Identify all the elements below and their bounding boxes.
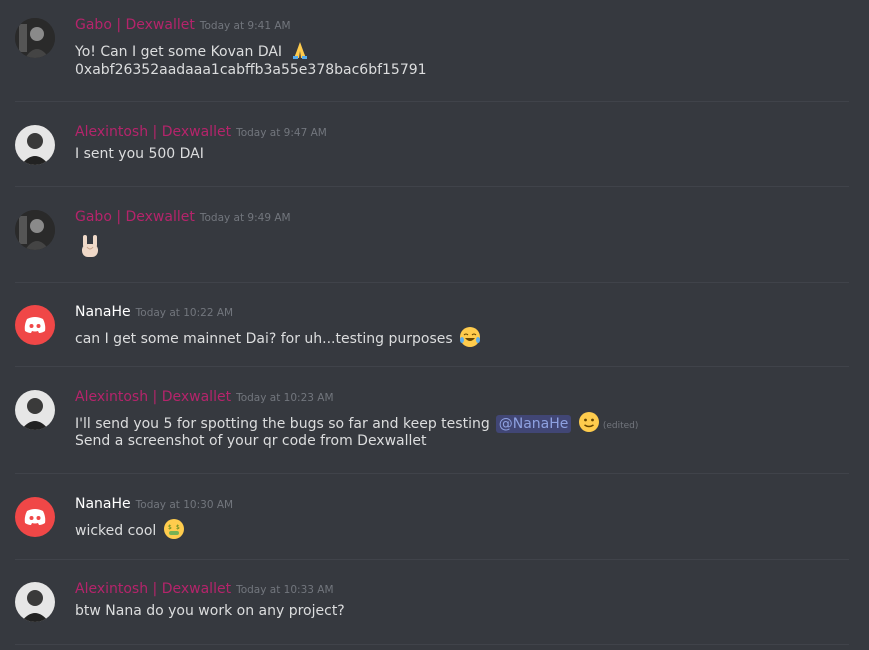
discord-avatar[interactable] [15,497,55,537]
message-text: I sent you 500 DAI [75,146,204,162]
message-text: 0xabf26352aadaaa1cabffb3a55e378bac6bf157… [75,62,427,78]
timestamp: Today at 10:23 AM [236,392,334,404]
tears-of-joy-emoji [460,327,481,347]
author-name[interactable]: Gabo | Dexwallet [75,209,195,225]
discord-logo-icon [24,317,46,333]
message-text: can I get some mainnet Dai? for uh...tes… [75,326,481,348]
slightly-smiling-emoji [578,412,599,432]
timestamp: Today at 9:49 AM [199,212,291,224]
message-divider [15,473,849,474]
svg-text:$: $ [168,524,172,531]
money-mouth-emoji: $ $ [163,519,184,539]
svg-text:$: $ [176,524,180,531]
author-name[interactable]: Alexintosh | Dexwallet [75,581,231,597]
timestamp: Today at 10:33 AM [236,584,334,596]
author-name[interactable]: NanaHe [75,304,131,320]
message-text: I'll send you 5 for spotting the bugs so… [75,411,638,433]
message-divider [15,559,849,560]
folded-hands-emoji [292,42,307,59]
author-name[interactable]: Gabo | Dexwallet [75,17,195,33]
user-avatar[interactable] [15,582,55,622]
user-avatar[interactable] [15,18,55,58]
message-divider [15,366,849,367]
message-divider [15,101,849,102]
discord-logo-icon [24,509,46,525]
timestamp: Today at 9:41 AM [199,20,291,32]
author-name[interactable]: NanaHe [75,496,131,512]
author-name[interactable]: Alexintosh | Dexwallet [75,389,231,405]
message-text: Yo! Can I get some Kovan DAI [75,39,311,61]
user-avatar[interactable] [15,390,55,430]
user-mention[interactable]: @NanaHe [495,415,572,433]
message-divider [15,644,849,645]
message-divider [15,282,849,283]
message-text: wicked cool $ $ [75,518,185,540]
message-divider [15,186,849,187]
timestamp: Today at 10:30 AM [135,499,234,511]
user-avatar[interactable] [15,125,55,165]
edited-label: (edited) [602,421,639,431]
author-name[interactable]: Alexintosh | Dexwallet [75,124,231,140]
user-avatar[interactable] [15,210,55,250]
discord-avatar[interactable] [15,305,55,345]
sign-of-horns-emoji [82,235,98,257]
message-text: btw Nana do you work on any project? [75,603,345,619]
message-text: Send a screenshot of your qr code from D… [75,433,427,449]
timestamp: Today at 9:47 AM [236,127,327,139]
timestamp: Today at 10:22 AM [135,307,234,319]
